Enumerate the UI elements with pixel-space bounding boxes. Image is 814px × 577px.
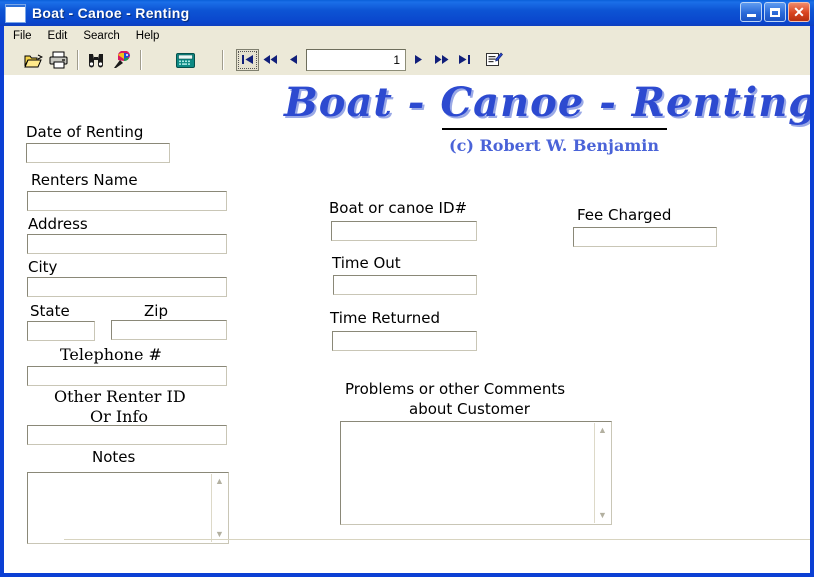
previous-record-button[interactable]: [282, 48, 305, 71]
input-telephone[interactable]: [27, 366, 227, 386]
last-record-button[interactable]: [453, 48, 476, 71]
printer-icon[interactable]: [46, 48, 72, 72]
banner-copyright: (c) Robert W. Benjamin: [449, 136, 659, 155]
menu-item-file[interactable]: File: [6, 29, 39, 43]
label-notes: Notes: [92, 448, 136, 466]
label-zip: Zip: [144, 302, 168, 320]
input-address[interactable]: [27, 234, 227, 254]
close-button[interactable]: ✕: [788, 2, 810, 22]
menu-item-search[interactable]: Search: [76, 29, 126, 43]
input-renters-name[interactable]: [27, 191, 227, 211]
minimize-button[interactable]: [740, 2, 762, 22]
input-state[interactable]: [27, 321, 95, 341]
first-record-button[interactable]: [236, 48, 259, 71]
label-renters-name: Renters Name: [31, 171, 138, 189]
app-banner: Boat - Canoe - Renting (c) Robert W. Ben…: [284, 79, 810, 156]
input-other-renter-id[interactable]: [27, 425, 227, 445]
next-record-button[interactable]: [407, 48, 430, 71]
fast-rewind-button[interactable]: [259, 48, 282, 71]
notes-scroll-track[interactable]: [212, 489, 227, 527]
notes-scrollbar[interactable]: ▲ ▼: [211, 474, 227, 542]
paint-bird-icon[interactable]: [109, 48, 135, 72]
input-boat-or-canoe-id[interactable]: [331, 221, 477, 241]
record-number-input[interactable]: 1: [306, 48, 406, 71]
application-window: Boat - Canoe - Renting ✕ File Edit Searc…: [0, 0, 814, 577]
toolbar-separator-2: [140, 50, 141, 70]
fast-forward-button[interactable]: [430, 48, 453, 71]
window-document-icon: [5, 3, 26, 23]
input-city[interactable]: [27, 277, 227, 297]
input-time-returned[interactable]: [332, 331, 477, 351]
keyboard-icon[interactable]: [172, 48, 198, 72]
label-other-renter-id-line2: Or Info: [90, 407, 149, 426]
record-properties-button[interactable]: [480, 47, 507, 72]
input-notes[interactable]: ▲ ▼: [27, 472, 229, 544]
window-controls: ✕: [740, 2, 810, 22]
notes-scroll-up-icon[interactable]: ▲: [212, 474, 227, 489]
label-date-of-renting: Date of Renting: [26, 123, 144, 141]
toolbar-separator-3: [222, 50, 223, 70]
label-fee-charged: Fee Charged: [577, 206, 672, 224]
input-comments[interactable]: ▲ ▼: [340, 421, 612, 525]
menu-item-help[interactable]: Help: [129, 29, 167, 43]
form-client-area: Boat - Canoe - Renting (c) Robert W. Ben…: [4, 75, 810, 573]
label-boat-or-canoe-id: Boat or canoe ID#: [329, 199, 468, 217]
input-date-of-renting[interactable]: [26, 143, 170, 163]
label-telephone: Telephone #: [60, 345, 162, 364]
menu-bar: File Edit Search Help: [4, 26, 810, 46]
maximize-icon: [770, 7, 780, 17]
maximize-button[interactable]: [764, 2, 786, 22]
comments-scroll-up-icon[interactable]: ▲: [595, 423, 610, 438]
label-other-renter-id: Other Renter ID: [54, 387, 186, 406]
minimize-icon: [746, 14, 756, 17]
title-bar: Boat - Canoe - Renting ✕: [0, 0, 814, 26]
comments-scroll-down-icon[interactable]: ▼: [595, 508, 610, 523]
label-city: City: [28, 258, 58, 276]
menu-item-edit[interactable]: Edit: [41, 29, 75, 43]
record-navigation: 1: [236, 47, 507, 72]
label-time-returned: Time Returned: [330, 309, 441, 327]
label-comments-line2: about Customer: [409, 400, 530, 418]
toolbar-separator-1: [77, 50, 78, 70]
input-zip[interactable]: [111, 320, 227, 340]
input-time-out[interactable]: [333, 275, 477, 295]
bottom-divider: [64, 539, 810, 540]
banner-divider: [441, 128, 667, 130]
open-folder-icon[interactable]: [20, 48, 46, 72]
comments-scrollbar[interactable]: ▲ ▼: [594, 423, 610, 523]
label-time-out: Time Out: [332, 254, 401, 272]
banner-title: Boat - Canoe - Renting: [284, 79, 810, 126]
close-icon: ✕: [793, 4, 805, 20]
binoculars-icon[interactable]: [83, 48, 109, 72]
label-state: State: [30, 302, 70, 320]
comments-scroll-track[interactable]: [595, 438, 610, 508]
input-fee-charged[interactable]: [573, 227, 717, 247]
window-title: Boat - Canoe - Renting: [32, 5, 190, 21]
label-comments-line1: Problems or other Comments: [345, 380, 566, 398]
label-address: Address: [28, 215, 88, 233]
